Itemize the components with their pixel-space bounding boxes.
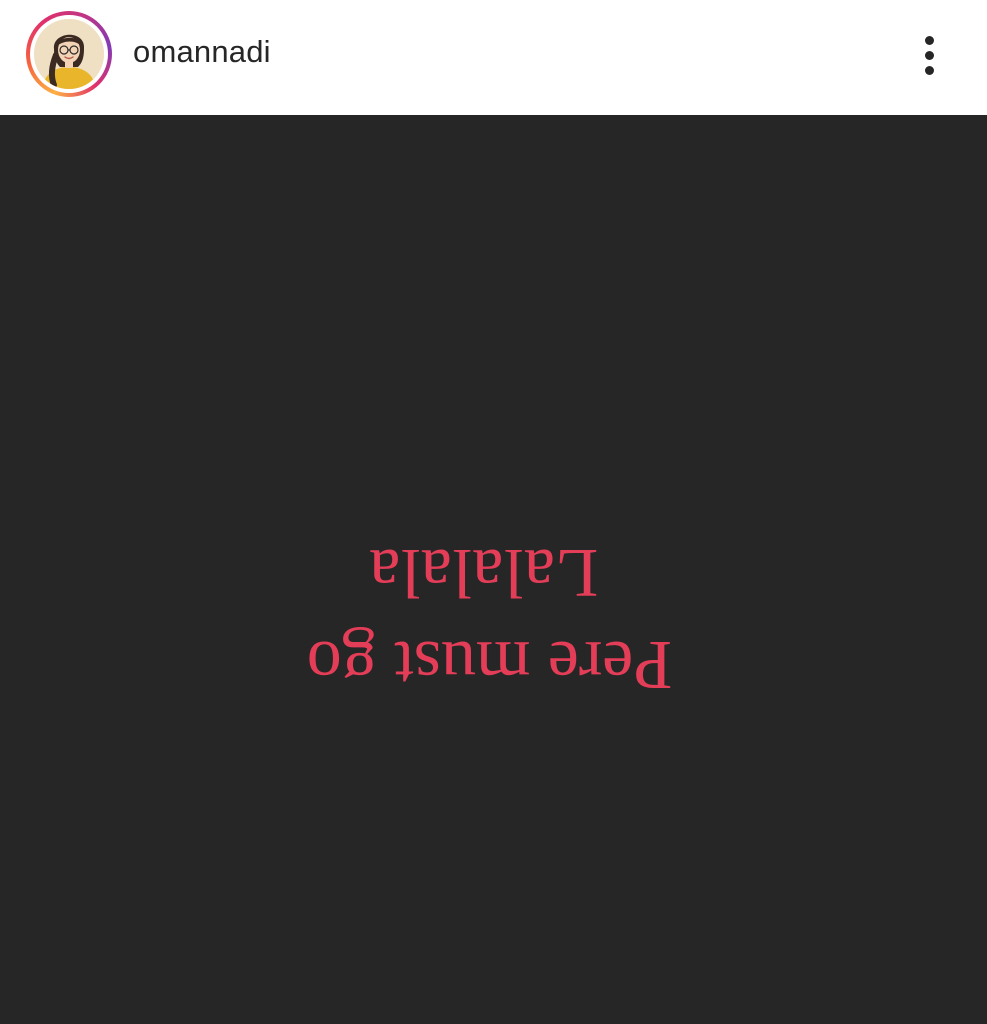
- caption-line-2: Lalalala: [368, 534, 599, 611]
- username[interactable]: omannadi: [133, 34, 271, 70]
- more-options-button[interactable]: [904, 28, 954, 82]
- more-vertical-icon: [925, 36, 934, 45]
- post-image[interactable]: Pere must go Lalalala: [0, 115, 987, 1024]
- upside-down-caption: Pere must go Lalalala: [0, 526, 987, 710]
- avatar-illustration: [34, 19, 104, 89]
- post-header: omannadi: [0, 0, 987, 115]
- caption-line-1: Pere must go: [306, 626, 673, 703]
- story-ring[interactable]: [26, 11, 112, 97]
- avatar[interactable]: [34, 19, 104, 89]
- more-vertical-icon-dot: [925, 51, 934, 60]
- more-vertical-icon-dot: [925, 66, 934, 75]
